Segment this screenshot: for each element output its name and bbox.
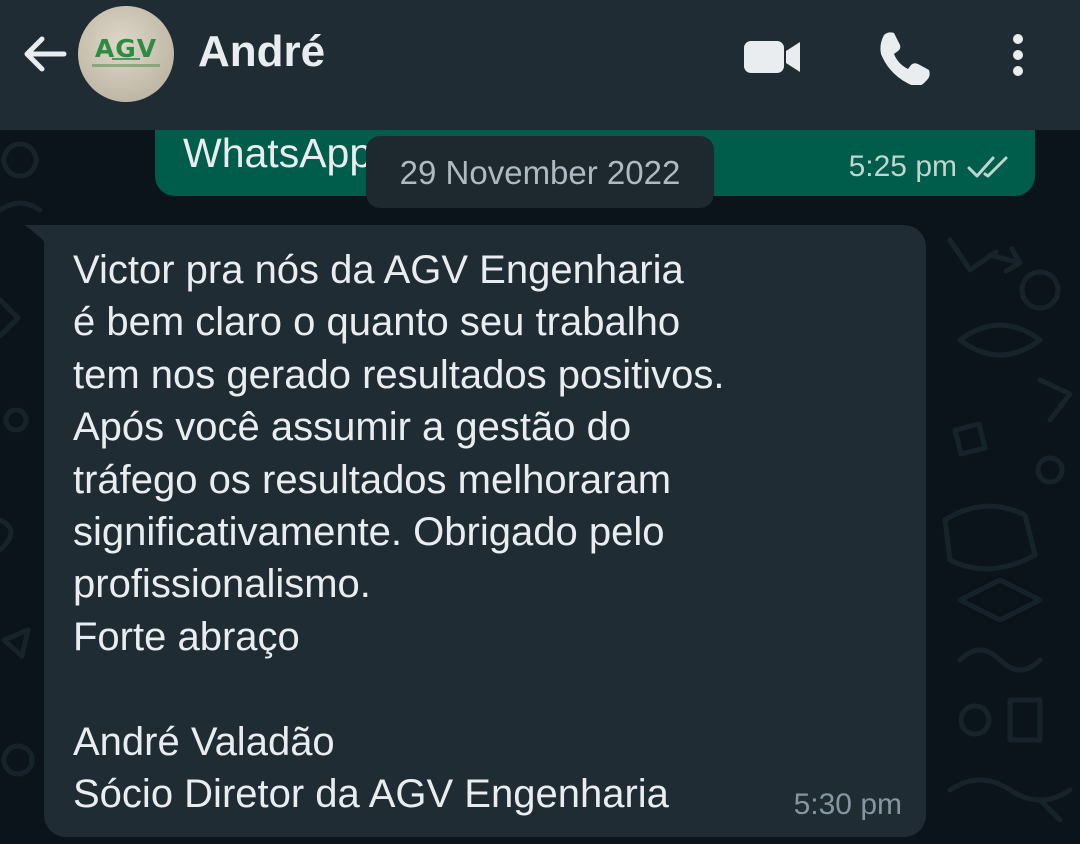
more-vertical-icon[interactable] <box>990 25 1050 85</box>
double-check-icon <box>967 156 1008 178</box>
arrow-left-icon[interactable] <box>18 27 72 81</box>
avatar[interactable]: AGV <box>78 6 174 102</box>
message-text: Victor pra nós da AGV Engenharia é bem c… <box>73 244 893 820</box>
message-line <box>73 663 893 715</box>
avatar-logo-tagline <box>92 64 160 67</box>
chat-header: AGV André <box>0 0 1080 130</box>
phone-icon[interactable] <box>874 25 934 85</box>
message-line: profissionalismo. <box>73 562 371 607</box>
date-separator: 29 November 2022 <box>366 136 714 208</box>
incoming-message[interactable]: Victor pra nós da AGV Engenharia é bem c… <box>44 225 926 837</box>
date-label: 29 November 2022 <box>399 154 681 191</box>
message-line: Sócio Diretor da AGV Engenharia <box>73 771 669 816</box>
message-line: Victor pra nós da AGV Engenharia <box>73 248 684 292</box>
contact-name[interactable]: André <box>198 26 325 78</box>
message-line: Forte abraço <box>73 614 300 659</box>
message-time: 5:30 pm <box>793 788 902 821</box>
chat-screen: WhatsApp 5:25 pm 29 November 2022 Victor… <box>0 0 1080 844</box>
message-text: WhatsApp <box>183 130 373 176</box>
video-camera-icon[interactable] <box>742 25 802 85</box>
message-line: tráfego os resultados melhoraram <box>73 457 672 502</box>
message-time: 5:25 pm <box>848 150 957 183</box>
message-line: Após você assumir a gestão do <box>73 405 632 450</box>
message-line: André Valadão <box>73 719 335 764</box>
message-line: tem nos gerado resultados positivos. <box>73 352 725 397</box>
avatar-logo-underline <box>112 58 140 60</box>
message-line: significativamente. Obrigado pelo <box>73 509 665 554</box>
message-line: é bem claro o quanto seu trabalho <box>73 300 681 345</box>
